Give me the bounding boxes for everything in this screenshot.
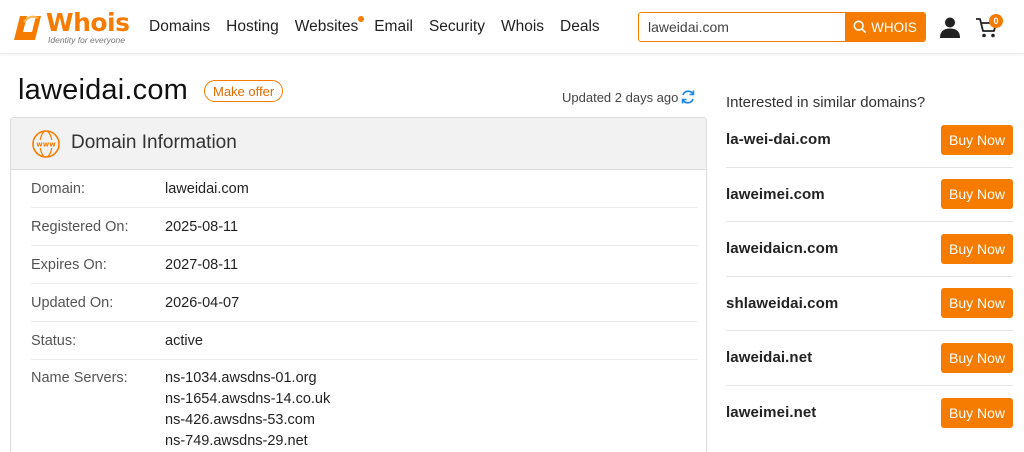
similar-domain-item: la-wei-dai.com Buy Now xyxy=(726,113,1013,168)
svg-text:www: www xyxy=(36,141,56,149)
domain-info-header: www Domain Information xyxy=(11,118,706,170)
name-server: ns-749.awsdns-29.net xyxy=(165,433,308,449)
refresh-icon[interactable] xyxy=(680,89,696,105)
info-label: Expires On: xyxy=(31,256,107,273)
main-nav: Domains Hosting Websites Email Security … xyxy=(149,16,616,36)
name-server-list: ns-1034.awsdns-01.org ns-1654.awsdns-14.… xyxy=(165,370,330,452)
logo-mark-icon xyxy=(14,15,41,40)
nav-security[interactable]: Security xyxy=(429,18,485,36)
domain-info-card: www Domain Information Domain: laweidai.… xyxy=(10,117,707,452)
info-value: 2026-04-07 xyxy=(165,294,240,311)
search-icon xyxy=(853,20,867,34)
search-input[interactable] xyxy=(639,13,845,41)
similar-domain-item: laweidaicn.com Buy Now xyxy=(726,222,1013,277)
domain-info-rows: Domain: laweidai.com Registered On: 2025… xyxy=(31,170,698,452)
make-offer-button[interactable]: Make offer xyxy=(204,80,284,102)
user-icon[interactable] xyxy=(939,16,961,38)
similar-domain-item: shlaweidai.com Buy Now xyxy=(726,277,1013,331)
info-value: 2027-08-11 xyxy=(165,256,239,273)
info-row-status: Status: active xyxy=(31,322,698,360)
info-label: Status: xyxy=(31,332,77,349)
buy-now-button[interactable]: Buy Now xyxy=(941,342,1013,373)
nav-whois[interactable]: Whois xyxy=(501,18,544,36)
nav-websites[interactable]: Websites xyxy=(294,16,365,36)
whois-search-button[interactable]: WHOIS xyxy=(845,13,925,41)
name-server: ns-1654.awsdns-14.co.uk xyxy=(165,391,331,407)
domain-info-title: Domain Information xyxy=(71,132,237,153)
similar-domain-item: laweidai.net Buy Now xyxy=(726,331,1013,386)
info-label: Updated On: xyxy=(31,294,114,311)
www-globe-icon: www xyxy=(32,130,60,158)
buy-now-button[interactable]: Buy Now xyxy=(941,288,1013,319)
similar-domains-title: Interested in similar domains? xyxy=(726,94,926,111)
similar-domain-name[interactable]: laweidai.net xyxy=(726,349,812,366)
new-indicator-dot xyxy=(358,16,365,22)
similar-domain-name[interactable]: la-wei-dai.com xyxy=(726,131,831,148)
info-value: 2025-08-11 xyxy=(165,218,239,235)
nav-deals[interactable]: Deals xyxy=(560,18,600,36)
info-label: Registered On: xyxy=(31,218,129,235)
updated-status: Updated 2 days ago xyxy=(562,90,679,105)
buy-now-button[interactable]: Buy Now xyxy=(941,179,1013,210)
page-title: laweidai.com xyxy=(18,74,189,106)
info-row-domain: Domain: laweidai.com xyxy=(31,170,698,208)
logo-tagline: Identity for everyone xyxy=(48,35,126,45)
whois-search: WHOIS xyxy=(638,12,926,42)
buy-now-button[interactable]: Buy Now xyxy=(941,233,1013,264)
info-row-updated: Updated On: 2026-04-07 xyxy=(31,284,698,322)
nav-domains[interactable]: Domains xyxy=(149,18,210,36)
similar-domain-name[interactable]: laweimei.com xyxy=(726,186,825,203)
buy-now-button[interactable]: Buy Now xyxy=(941,124,1013,155)
nav-websites-label: Websites xyxy=(294,18,359,35)
whois-search-label: WHOIS xyxy=(871,19,917,35)
info-value: laweidai.com xyxy=(165,180,249,197)
info-label: Domain: xyxy=(31,180,85,197)
similar-domain-name[interactable]: laweidaicn.com xyxy=(726,240,838,257)
info-row-registered: Registered On: 2025-08-11 xyxy=(31,208,698,246)
info-row-expires: Expires On: 2027-08-11 xyxy=(31,246,698,284)
similar-domain-name[interactable]: shlaweidai.com xyxy=(726,295,838,312)
similar-domain-item: laweimei.net Buy Now xyxy=(726,386,1013,441)
similar-domain-name[interactable]: laweimei.net xyxy=(726,404,816,421)
similar-domains-list: la-wei-dai.com Buy Now laweimei.com Buy … xyxy=(726,113,1013,440)
cart-count-badge: 0 xyxy=(989,14,1003,28)
site-logo[interactable]: Whois Identity for everyone xyxy=(10,8,135,46)
nav-hosting[interactable]: Hosting xyxy=(226,18,279,36)
name-server: ns-1034.awsdns-01.org xyxy=(165,370,317,386)
nav-email[interactable]: Email xyxy=(374,18,413,36)
info-label: Name Servers: xyxy=(31,370,128,386)
name-server: ns-426.awsdns-53.com xyxy=(165,412,315,428)
buy-now-button[interactable]: Buy Now xyxy=(941,397,1013,428)
site-header: Whois Identity for everyone Domains Host… xyxy=(0,0,1024,54)
info-value: active xyxy=(165,332,203,349)
similar-domain-item: laweimei.com Buy Now xyxy=(726,168,1013,222)
info-row-name-servers: Name Servers: ns-1034.awsdns-01.org ns-1… xyxy=(31,360,698,452)
logo-text: Whois xyxy=(46,8,130,37)
